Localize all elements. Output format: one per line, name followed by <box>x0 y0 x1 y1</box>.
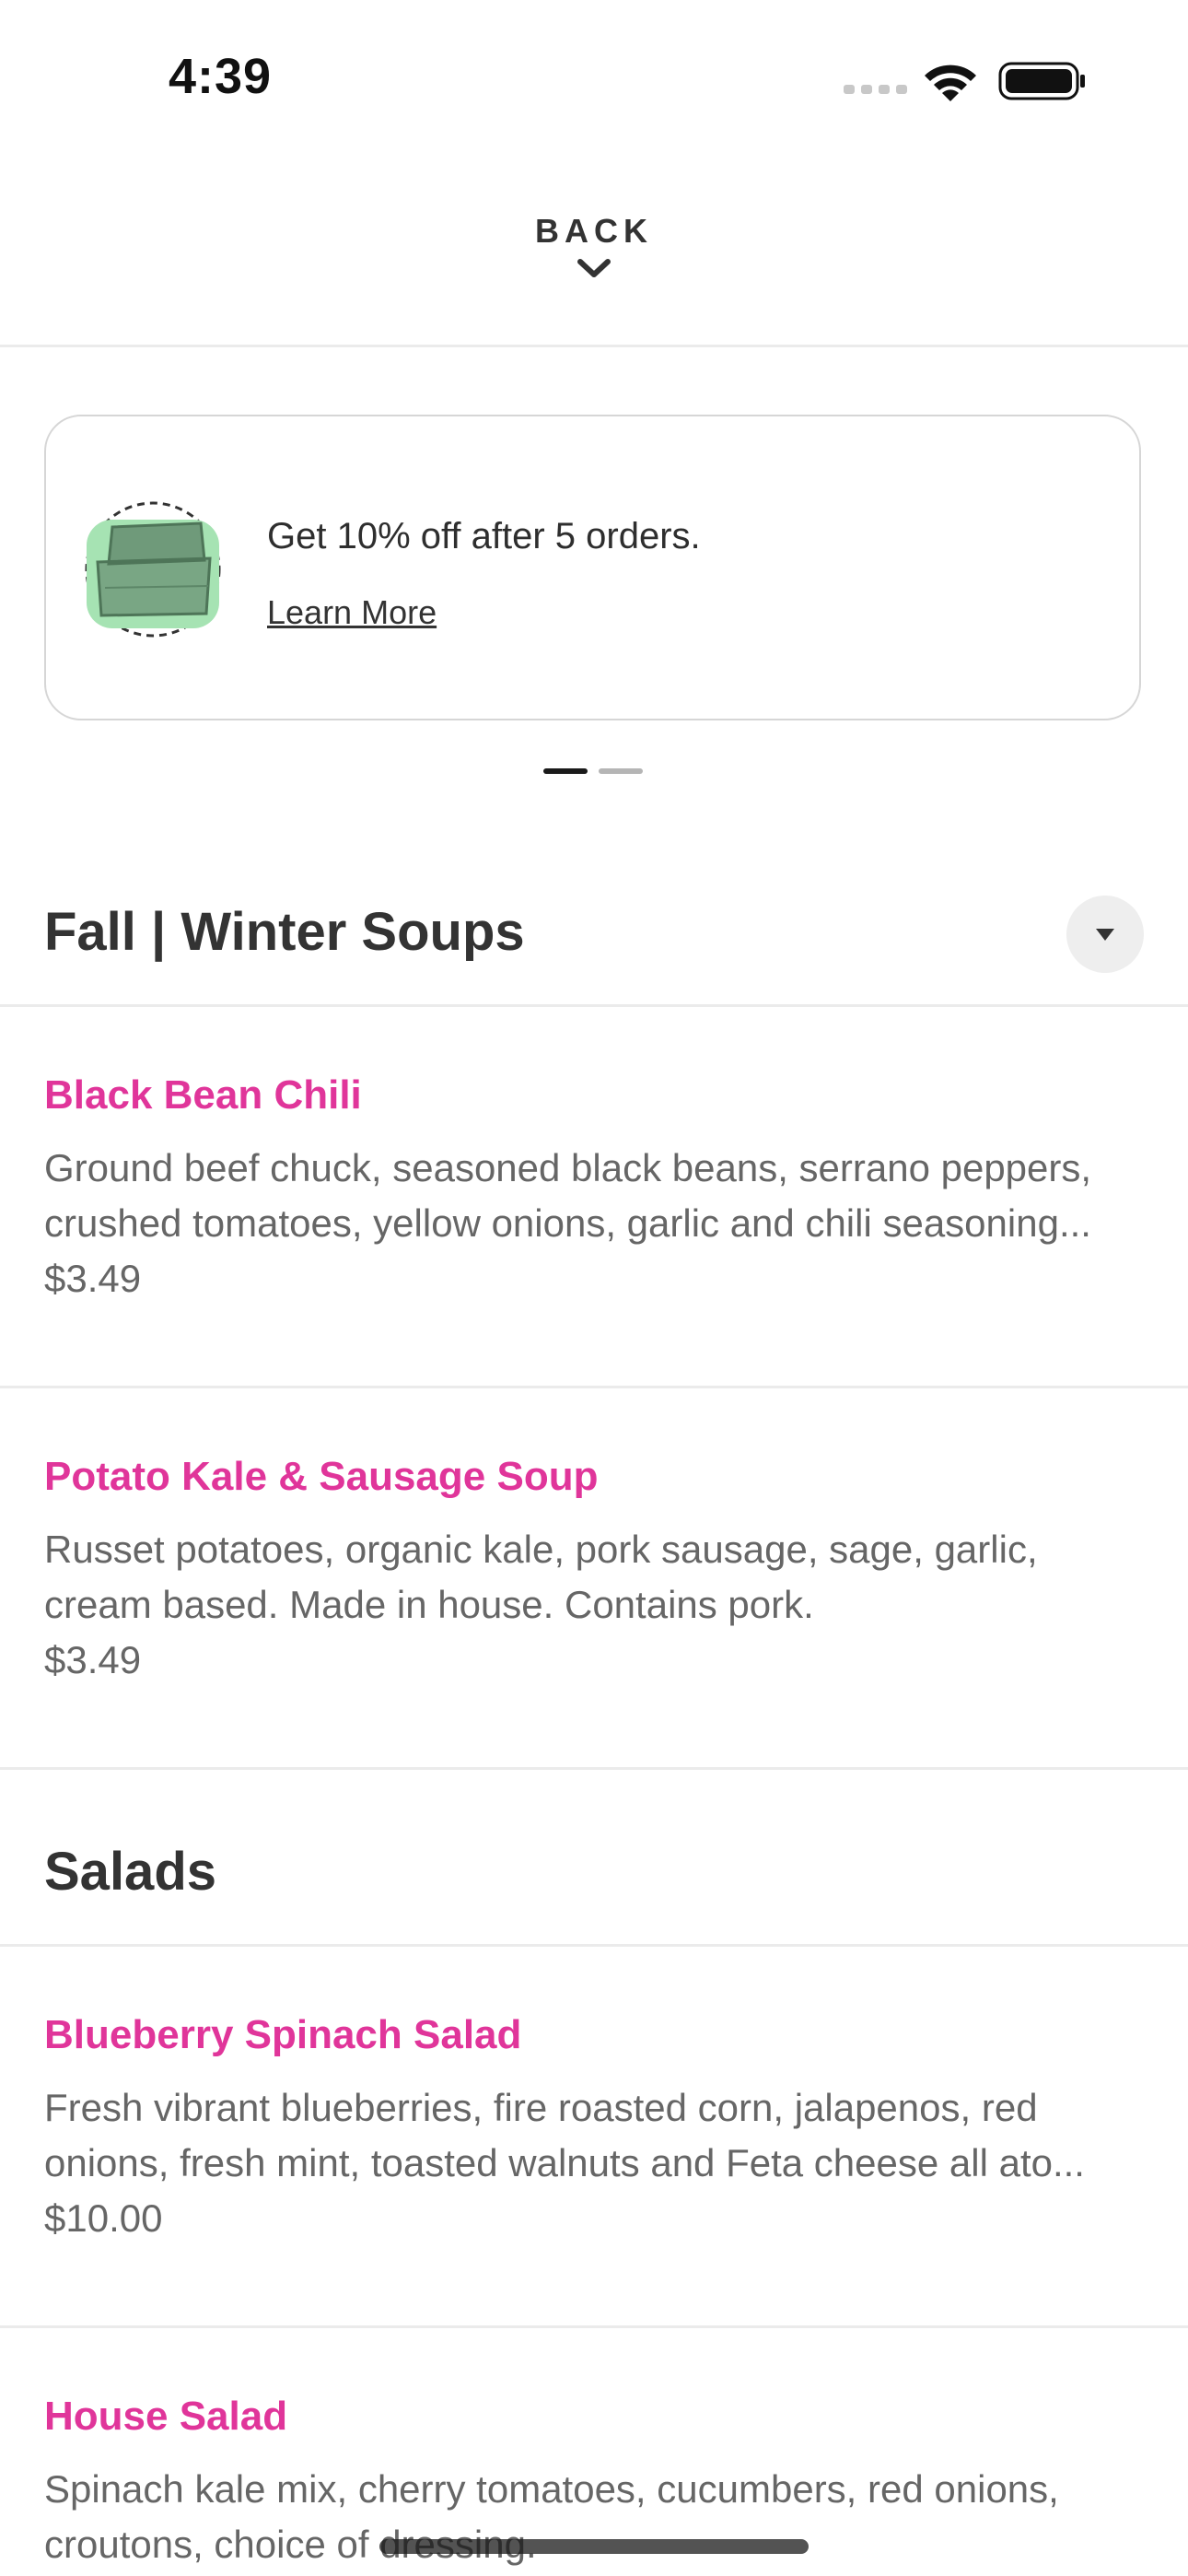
wifi-icon <box>925 64 976 101</box>
pager-dot-active[interactable] <box>543 768 588 774</box>
menu-item[interactable]: Potato Kale & Sausage Soup Russet potato… <box>0 1454 1188 1693</box>
item-name: House Salad <box>44 2394 288 2439</box>
item-divider <box>0 1386 1188 1388</box>
back-button[interactable]: BACK <box>502 212 686 313</box>
status-time: 4:39 <box>169 49 273 104</box>
back-label: BACK <box>535 212 653 250</box>
status-bar: 4:39 <box>0 0 1188 157</box>
item-description: Spinach kale mix, cherry tomatoes, cucum… <box>44 2467 1059 2566</box>
menu-item[interactable]: Blueberry Spinach Salad Fresh vibrant bl… <box>0 2012 1188 2252</box>
item-divider <box>0 2325 1188 2328</box>
section-title-salads: Salads <box>44 1842 216 1902</box>
section-title-soups: Fall | Winter Soups <box>44 902 525 962</box>
signal-icon <box>844 85 907 94</box>
promo-card[interactable]: Get 10% off after 5 orders. Learn More <box>44 415 1141 720</box>
item-divider <box>0 1767 1188 1770</box>
caret-down-icon <box>1096 929 1114 941</box>
learn-more-link[interactable]: Learn More <box>267 593 437 632</box>
item-description: Ground beef chuck, seasoned black beans,… <box>44 1146 1092 1245</box>
section-divider <box>0 1004 1188 1007</box>
item-description: Fresh vibrant blueberries, fire roasted … <box>44 2086 1085 2184</box>
container-stack-icon <box>85 501 221 638</box>
pager-dot[interactable] <box>599 768 643 774</box>
promo-text: Get 10% off after 5 orders. <box>267 516 701 556</box>
battery-icon <box>998 62 1085 100</box>
item-name: Blueberry Spinach Salad <box>44 2012 522 2057</box>
header-divider <box>0 345 1188 347</box>
item-name: Black Bean Chili <box>44 1072 362 1118</box>
section-divider <box>0 1944 1188 1947</box>
menu-item[interactable]: Black Bean Chili Ground beef chuck, seas… <box>0 1072 1188 1312</box>
section-collapse-button[interactable] <box>1066 896 1144 973</box>
promo-pager[interactable] <box>543 768 645 774</box>
home-indicator[interactable] <box>379 2539 809 2554</box>
item-price: $10.00 <box>44 2196 163 2240</box>
item-description: Russet potatoes, organic kale, pork saus… <box>44 1528 1038 1626</box>
item-price: $3.49 <box>44 1638 142 1681</box>
item-name: Potato Kale & Sausage Soup <box>44 1454 599 1499</box>
chevron-down-icon <box>577 259 611 277</box>
item-price: $3.49 <box>44 1257 142 1300</box>
